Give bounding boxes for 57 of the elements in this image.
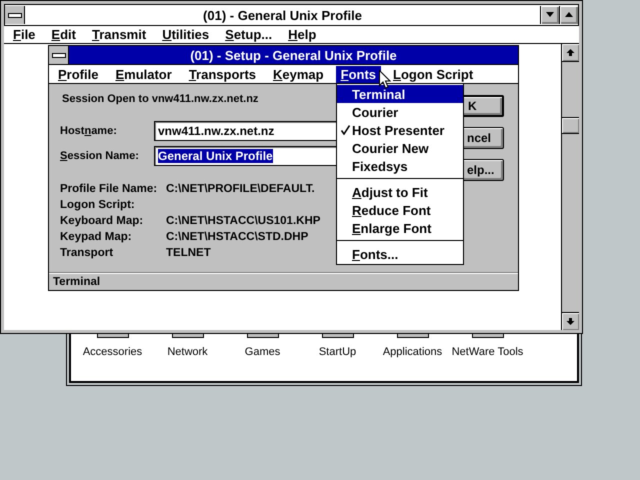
info-value: C:\NET\PROFILE\DEFAULT. <box>166 183 315 196</box>
menu-item[interactable]: Fonts... <box>337 245 463 263</box>
program-group-label[interactable]: Applications <box>382 346 442 358</box>
dialog-title: (01) - Setup - General Unix Profile <box>189 48 398 62</box>
info-value: C:\NET\HSTACC\US101.KHP <box>166 215 320 228</box>
program-group-label[interactable]: NetWare Tools <box>452 346 524 358</box>
scroll-thumb[interactable] <box>562 117 579 134</box>
menu-item[interactable]: Edit <box>51 27 76 42</box>
menu-item[interactable]: Fonts <box>336 66 382 82</box>
info-label: Keyboard Map: <box>60 215 144 228</box>
window-title: (01) - General Unix Profile <box>202 8 363 22</box>
menu-item[interactable]: Keymap <box>268 66 329 82</box>
menu-item[interactable]: Utilities <box>162 27 210 42</box>
program-group-label[interactable]: Games <box>244 346 280 358</box>
program-group-icon[interactable] <box>246 334 278 338</box>
program-group-icon[interactable] <box>172 334 204 338</box>
menu-item[interactable]: Transports <box>184 66 262 82</box>
up-triangle-icon <box>564 12 574 18</box>
program-group-label[interactable]: Network <box>167 346 208 358</box>
info-value: C:\NET\HSTACC\STD.DHP <box>166 231 308 244</box>
up-arrow-icon <box>566 48 575 57</box>
program-group-label[interactable]: Accessories <box>82 346 142 358</box>
info-label: Keypad Map: <box>60 231 132 244</box>
menu-item[interactable]: Profile <box>53 66 104 82</box>
program-group-icon[interactable] <box>396 334 428 338</box>
check-icon <box>341 125 350 135</box>
menu-item[interactable]: Adjust to Fit <box>337 183 463 201</box>
menu-item[interactable]: Help <box>288 27 316 42</box>
scroll-up-button[interactable] <box>562 44 579 62</box>
session-status-text: Session Open to vnw411.nw.zx.net.nz <box>62 93 258 105</box>
hostname-label: Hostname: <box>60 124 118 136</box>
menu-item[interactable]: Logon Script <box>388 66 478 82</box>
down-arrow-icon <box>566 317 575 326</box>
control-menu-box[interactable] <box>5 6 25 24</box>
info-label: Logon Script: <box>60 199 135 212</box>
program-group-icon[interactable] <box>472 334 504 338</box>
menu-item[interactable]: Reduce Font <box>337 201 463 219</box>
menu-item[interactable]: Terminal <box>337 85 463 103</box>
menu-item[interactable]: Emulator <box>110 66 177 82</box>
down-triangle-icon <box>545 12 555 18</box>
menu-item[interactable]: Enlarge Font <box>337 219 463 237</box>
maximize-button[interactable] <box>559 6 578 24</box>
info-label: Transport <box>60 247 114 260</box>
program-group-label[interactable]: StartUp <box>318 346 356 358</box>
menu-item[interactable]: Transmit <box>92 27 146 42</box>
status-text: Terminal <box>53 276 100 288</box>
menu-item[interactable]: Setup... <box>225 27 272 42</box>
minimize-button[interactable] <box>540 6 559 24</box>
scrollbar[interactable] <box>561 44 579 330</box>
program-group-icon[interactable] <box>322 334 354 338</box>
session-name-label: Session Name: <box>60 150 140 162</box>
scroll-down-button[interactable] <box>562 312 579 330</box>
program-group-icon[interactable] <box>96 334 128 338</box>
info-value: TELNET <box>166 247 211 260</box>
info-label: Profile File Name: <box>60 183 158 196</box>
menu-item[interactable]: File <box>13 27 36 42</box>
control-menu-box[interactable] <box>49 46 69 64</box>
